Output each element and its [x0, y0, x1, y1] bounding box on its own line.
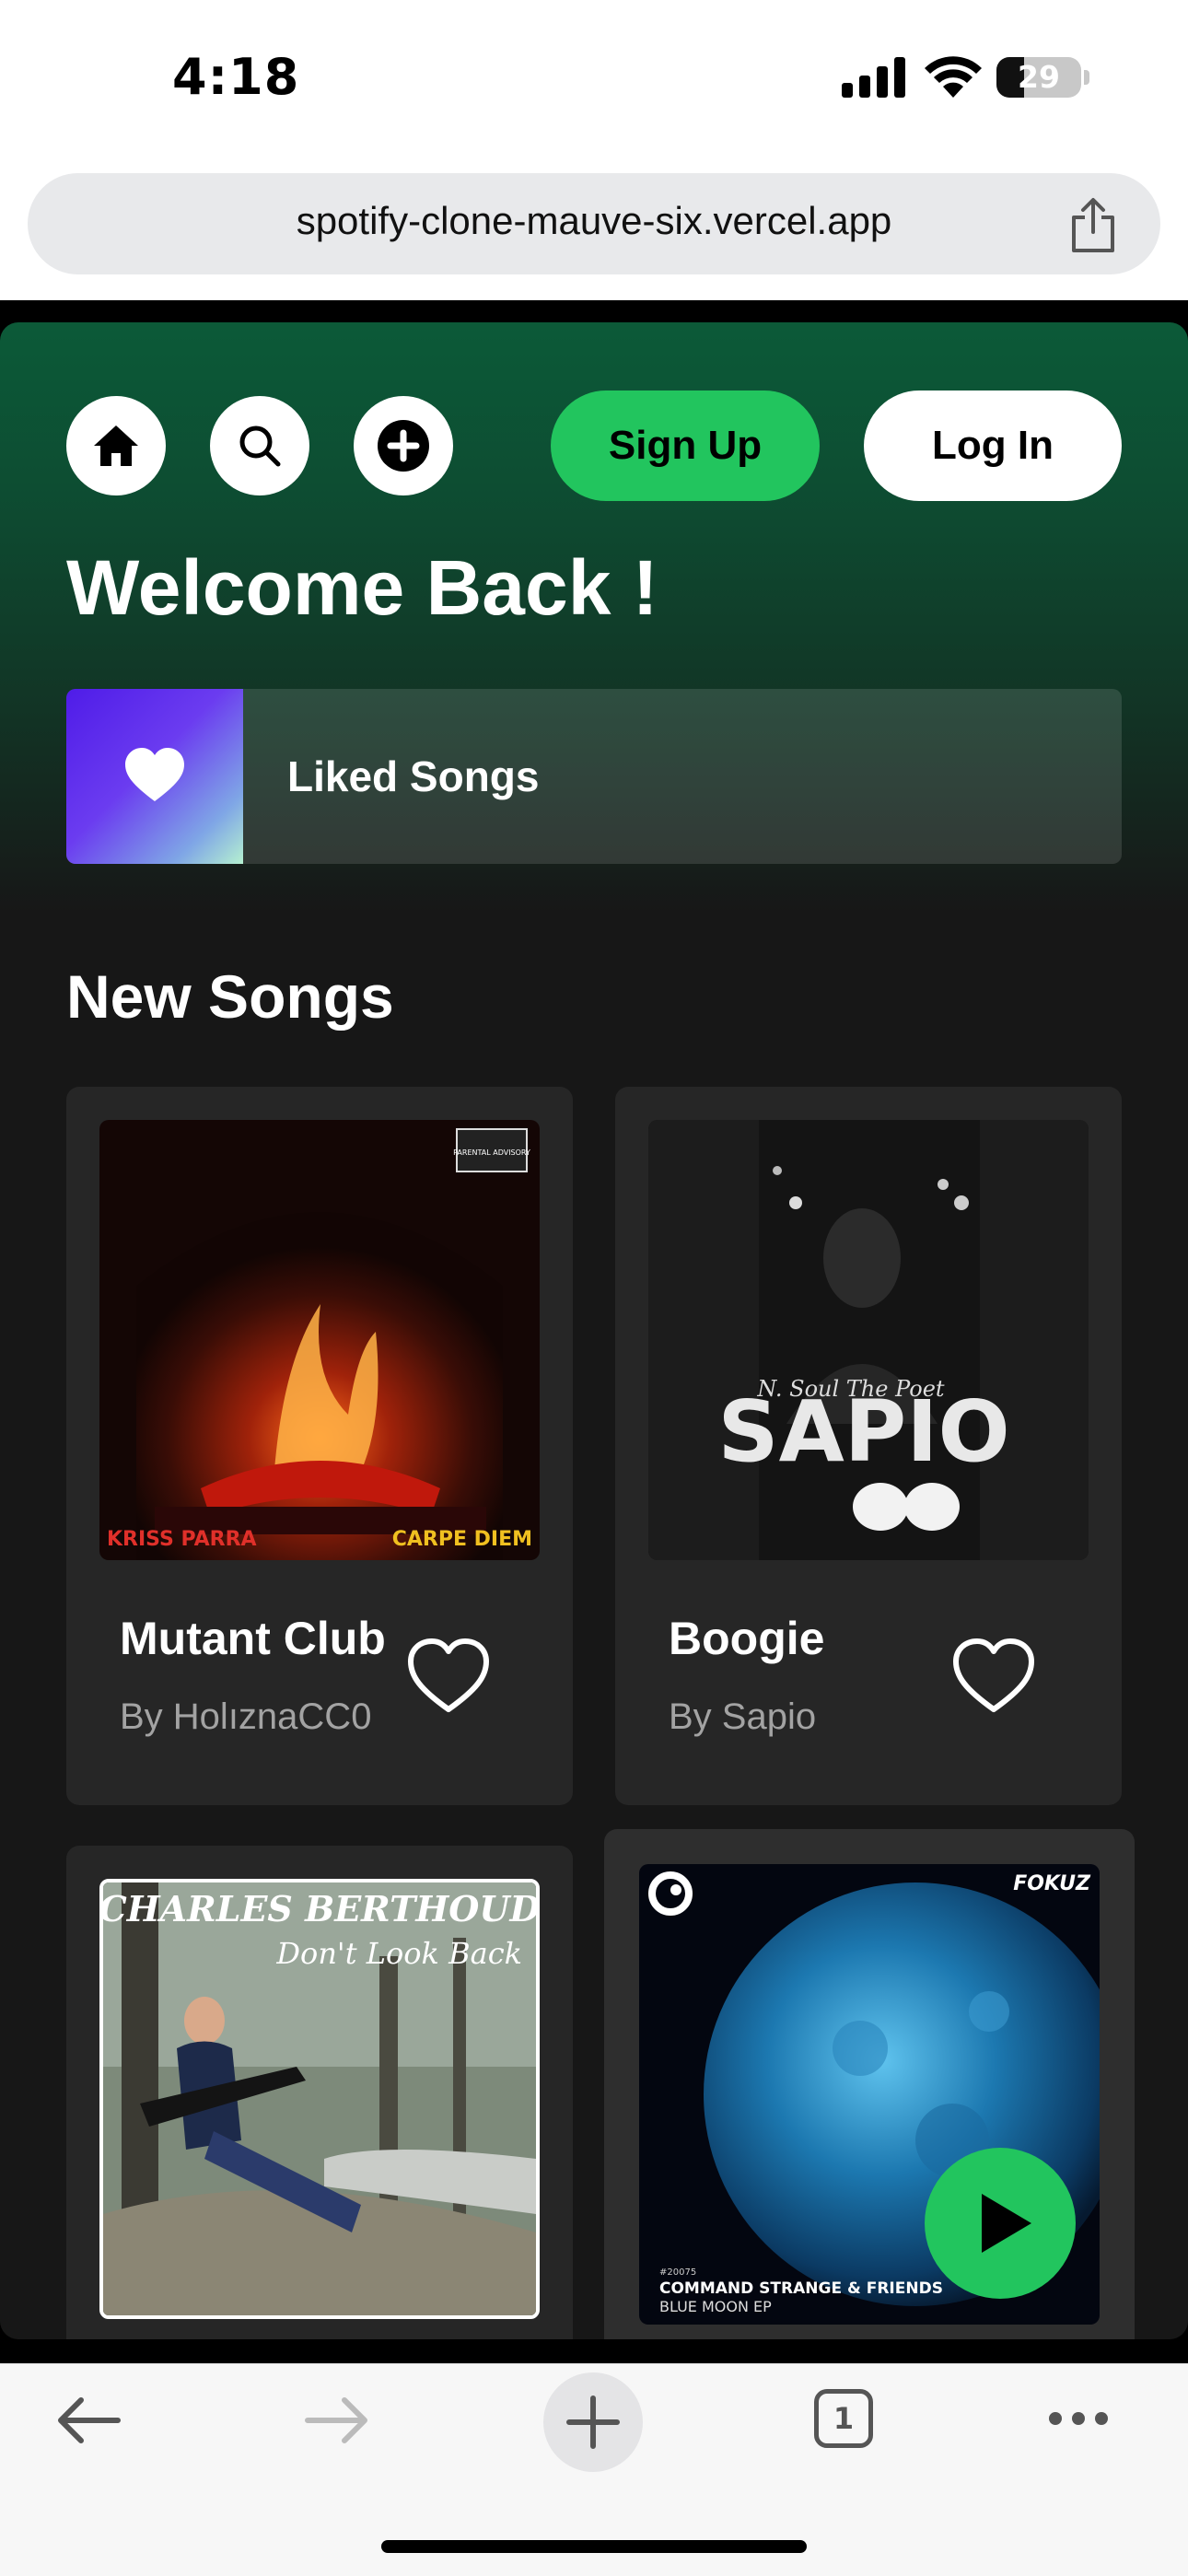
tabs-button[interactable]: 1: [814, 2389, 873, 2448]
play-icon: [982, 2194, 1031, 2253]
status-time: 4:18: [172, 48, 300, 106]
plus-icon: [566, 2395, 620, 2449]
url-text: spotify-clone-mauve-six.vercel.app: [296, 199, 892, 242]
song-card-boogie[interactable]: N. Soul The Poet SAPIO Boogie By Sapio: [615, 1087, 1122, 1805]
search-button[interactable]: [210, 396, 309, 495]
heart-icon: [125, 748, 184, 801]
play-button[interactable]: [925, 2148, 1076, 2299]
main-panel: Sign Up Log In Welcome Back ! Liked Song…: [0, 322, 1188, 2339]
status-bar: 4:18 29: [0, 0, 1188, 157]
home-button[interactable]: [66, 396, 166, 495]
album-cover: N. Soul The Poet SAPIO: [648, 1120, 1089, 1560]
plus-circle-icon: [378, 420, 429, 472]
svg-text:Don't Look Back: Don't Look Back: [275, 1936, 522, 1971]
song-card-dont-look-back[interactable]: CHARLES BERTHOUD Don't Look Back: [66, 1846, 573, 2339]
battery-icon: 29: [996, 57, 1081, 98]
forward-arrow-icon[interactable]: [304, 2393, 372, 2448]
share-icon[interactable]: [1068, 197, 1118, 254]
song-card-mutant-club[interactable]: PARENTAL ADVISORY KRISS PARRA CARPE DIEM…: [66, 1087, 573, 1805]
svg-text:CARPE DIEM: CARPE DIEM: [392, 1528, 532, 1551]
new-tab-button[interactable]: [543, 2372, 643, 2472]
signup-button[interactable]: Sign Up: [551, 390, 820, 501]
tab-count: 1: [833, 2401, 855, 2436]
parental-advisory-badge: PARENTAL ADVISORY: [453, 1148, 530, 1157]
svg-text:FOKUZ: FOKUZ: [1013, 1872, 1091, 1895]
section-title: New Songs: [66, 962, 394, 1031]
web-page: Sign Up Log In Welcome Back ! Liked Song…: [0, 300, 1188, 2363]
song-title: Mutant Club: [120, 1613, 386, 1664]
more-options-icon[interactable]: [1046, 2409, 1111, 2428]
svg-text:BLUE MOON EP: BLUE MOON EP: [659, 2298, 772, 2315]
add-button[interactable]: [354, 396, 453, 495]
liked-songs-label: Liked Songs: [287, 752, 540, 800]
home-icon: [94, 425, 138, 466]
svg-text:CHARLES BERTHOUD: CHARLES BERTHOUD: [103, 1888, 536, 1929]
login-button[interactable]: Log In: [864, 390, 1122, 501]
song-artist: By HolıznaCC0: [120, 1696, 372, 1737]
song-title: Boogie: [669, 1613, 825, 1664]
address-bar[interactable]: spotify-clone-mauve-six.vercel.app: [28, 173, 1160, 274]
page-title: Welcome Back !: [66, 544, 658, 631]
back-arrow-icon[interactable]: [53, 2393, 122, 2448]
wifi-icon: [925, 56, 982, 98]
song-artist: By Sapio: [669, 1696, 817, 1737]
album-cover: PARENTAL ADVISORY KRISS PARRA CARPE DIEM: [99, 1120, 540, 1560]
like-heart-icon[interactable]: [952, 1638, 1035, 1715]
svg-text:KRISS PARRA: KRISS PARRA: [107, 1528, 257, 1551]
svg-text:COMMAND STRANGE & FRIENDS: COMMAND STRANGE & FRIENDS: [659, 2279, 943, 2298]
svg-text:SAPIO: SAPIO: [717, 1382, 1009, 1481]
cellular-signal-icon: [842, 57, 905, 98]
svg-text:#20075: #20075: [659, 2267, 696, 2278]
battery-level: 29: [1018, 59, 1060, 95]
liked-songs-thumbnail: [66, 689, 243, 864]
search-icon: [239, 425, 281, 467]
liked-songs-card[interactable]: Liked Songs: [66, 689, 1122, 864]
home-indicator: [381, 2540, 807, 2553]
like-heart-icon[interactable]: [407, 1638, 490, 1715]
album-cover: CHARLES BERTHOUD Don't Look Back: [99, 1879, 540, 2319]
